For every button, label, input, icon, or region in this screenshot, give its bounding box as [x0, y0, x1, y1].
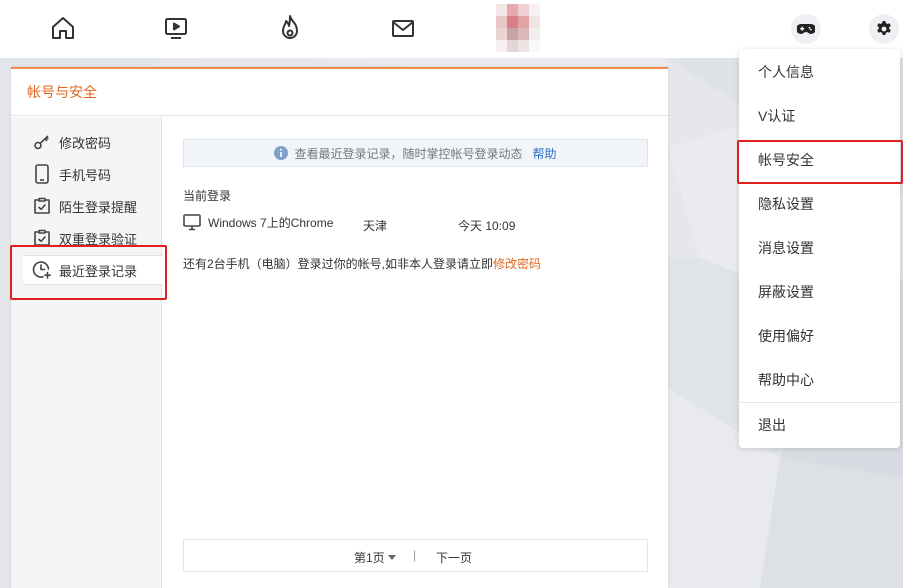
- sidebar-item-unfamiliar-login-alert[interactable]: 陌生登录提醒: [11, 191, 162, 221]
- info-icon: [274, 146, 289, 160]
- clipboard-check-icon: [32, 196, 52, 216]
- tip-text: 查看最近登录记录，随时掌控帐号登录动态: [294, 146, 523, 161]
- account-security-panel: 帐号与安全 修改密码 手机号码 陌生登录提醒 双重登录验证 最近登录记录 查看最…: [11, 67, 668, 588]
- settings-sidebar: 修改密码 手机号码 陌生登录提醒 双重登录验证 最近登录记录: [11, 117, 163, 588]
- settings-dropdown-menu: 个人信息 V认证 帐号安全 隐私设置 消息设置 屏蔽设置 使用偏好 帮助中心 退…: [739, 49, 900, 448]
- pagination: 第1页 | 下一页: [183, 539, 648, 572]
- login-city: 天津: [363, 219, 388, 233]
- gear-icon[interactable]: [869, 14, 899, 44]
- recent-logins-content: 查看最近登录记录，随时掌控帐号登录动态 帮助 当前登录 Windows 7上的C…: [162, 117, 668, 588]
- page-select[interactable]: 第1页: [354, 549, 396, 566]
- monitor-icon: [183, 214, 201, 231]
- login-time: 今天 10:09: [458, 219, 516, 233]
- page-label: 第1页: [354, 551, 385, 565]
- login-device: Windows 7上的Chrome: [208, 216, 334, 230]
- sidebar-item-recent-logins[interactable]: 最近登录记录: [23, 255, 163, 285]
- avatar[interactable]: [496, 4, 540, 52]
- sidebar-item-label: 手机号码: [59, 167, 112, 183]
- menu-item-profile[interactable]: 个人信息: [739, 57, 900, 87]
- next-page-button[interactable]: 下一页: [436, 549, 472, 566]
- menu-item-privacy[interactable]: 隐私设置: [739, 189, 900, 219]
- menu-item-preferences[interactable]: 使用偏好: [739, 321, 900, 351]
- current-login-row: Windows 7上的Chrome 天津 今天 10:09: [183, 214, 648, 234]
- menu-divider: [739, 402, 900, 403]
- sidebar-item-label: 陌生登录提醒: [59, 199, 138, 215]
- mail-icon[interactable]: [389, 14, 417, 42]
- caret-down-icon: [387, 555, 396, 560]
- phone-icon: [32, 164, 52, 184]
- menu-item-blocking[interactable]: 屏蔽设置: [739, 277, 900, 307]
- sidebar-item-label: 最近登录记录: [59, 263, 138, 279]
- key-icon: [32, 132, 52, 152]
- note-text: 还有2台手机（电脑）登录过你的帐号,如非本人登录请立即: [183, 257, 494, 271]
- other-devices-note: 还有2台手机（电脑）登录过你的帐号,如非本人登录请立即修改密码: [183, 255, 541, 272]
- home-icon[interactable]: [49, 14, 77, 42]
- pager-separator: |: [413, 548, 417, 562]
- clipboard-check-icon: [32, 228, 52, 248]
- info-tip-bar: 查看最近登录记录，随时掌控帐号登录动态 帮助: [183, 139, 648, 167]
- game-controller-icon[interactable]: [791, 14, 821, 44]
- tv-icon[interactable]: [162, 14, 190, 42]
- sidebar-item-two-step-verification[interactable]: 双重登录验证: [11, 223, 162, 253]
- menu-item-messages[interactable]: 消息设置: [739, 233, 900, 263]
- panel-title: 帐号与安全: [11, 69, 668, 116]
- menu-item-logout[interactable]: 退出: [739, 410, 900, 440]
- sidebar-item-label: 双重登录验证: [59, 231, 138, 247]
- sidebar-item-phone-number[interactable]: 手机号码: [11, 159, 162, 189]
- sidebar-item-change-password[interactable]: 修改密码: [11, 127, 162, 157]
- sidebar-item-label: 修改密码: [59, 135, 112, 151]
- current-login-label: 当前登录: [183, 189, 232, 203]
- help-link[interactable]: 帮助: [533, 145, 557, 162]
- menu-item-help-center[interactable]: 帮助中心: [739, 365, 900, 395]
- clock-plus-icon: [32, 260, 52, 280]
- change-password-link[interactable]: 修改密码: [493, 257, 541, 271]
- flame-icon[interactable]: [276, 14, 304, 42]
- menu-item-account-security[interactable]: 帐号安全: [739, 145, 900, 175]
- menu-item-verification[interactable]: V认证: [739, 101, 900, 131]
